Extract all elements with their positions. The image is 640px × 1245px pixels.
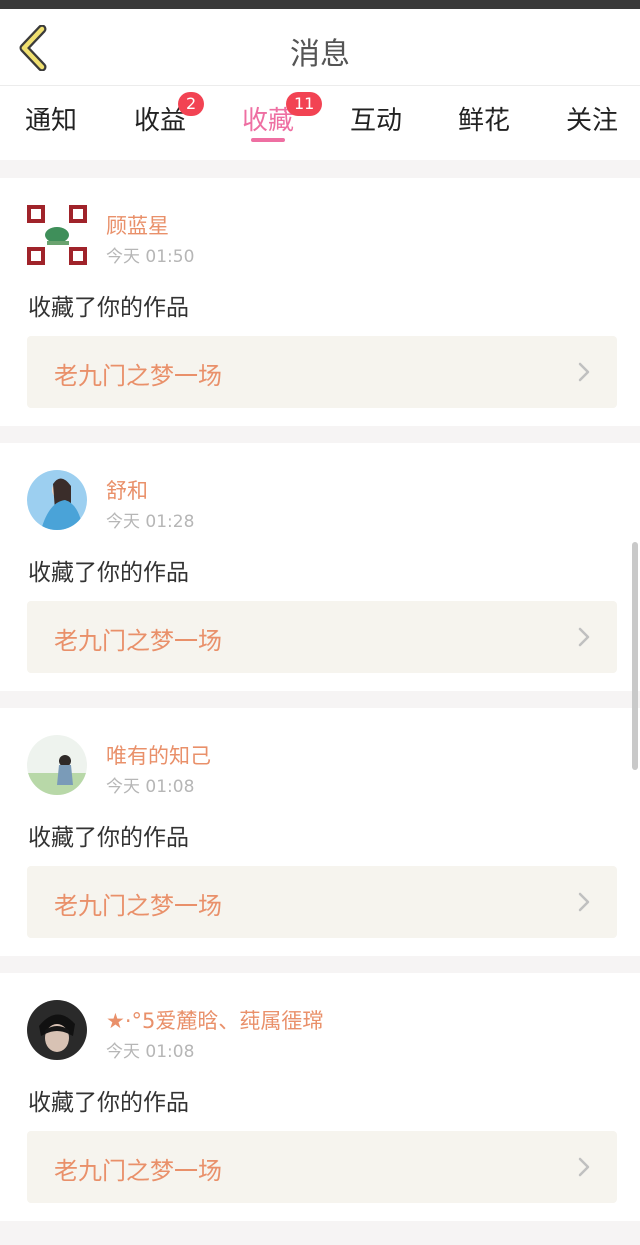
tab-bar: 通知 收益 2 收藏 11 互动 鲜花 关注 [0, 86, 640, 160]
tab-flowers[interactable]: 鲜花 [430, 98, 538, 152]
tab-label: 鲜花 [457, 106, 510, 136]
timestamp: 今天 01:08 [106, 1042, 195, 1062]
work-link[interactable]: 老九门之梦一场 [27, 866, 617, 938]
favorites-badge: 11 [286, 92, 323, 116]
work-title: 老九门之梦一场 [54, 892, 222, 920]
tab-favorites[interactable]: 收藏 11 [214, 92, 323, 152]
timestamp: 今天 01:08 [106, 777, 195, 797]
avatar-image [27, 1000, 87, 1060]
tab-label: 关注 [565, 106, 618, 136]
tab-label: 互动 [349, 106, 402, 136]
tab-following[interactable]: 关注 [538, 98, 640, 152]
earnings-badge: 2 [178, 92, 205, 116]
tab-label: 通知 [24, 106, 77, 136]
username[interactable]: 舒和 [106, 475, 148, 505]
message-card: 舒和 今天 01:28 收藏了你的作品 老九门之梦一场 [0, 443, 640, 691]
work-title: 老九门之梦一场 [54, 362, 222, 390]
page-title: 消息 [290, 37, 350, 72]
username[interactable]: ★·°5爱麓晗、莼属徰瑺 [106, 1005, 323, 1035]
work-link[interactable]: 老九门之梦一场 [27, 336, 617, 408]
action-text: 收藏了你的作品 [28, 560, 189, 586]
tab-earnings[interactable]: 收益 2 [106, 92, 214, 152]
chevron-right-icon [578, 627, 590, 647]
tab-notifications[interactable]: 通知 [0, 98, 105, 152]
active-tab-indicator [251, 138, 285, 142]
avatar[interactable] [27, 205, 87, 265]
action-text: 收藏了你的作品 [28, 295, 189, 321]
avatar[interactable] [27, 735, 87, 795]
avatar-image [27, 735, 87, 795]
work-link[interactable]: 老九门之梦一场 [27, 601, 617, 673]
message-card: 唯有的知己 今天 01:08 收藏了你的作品 老九门之梦一场 [0, 708, 640, 956]
work-title: 老九门之梦一场 [54, 627, 222, 655]
action-text: 收藏了你的作品 [28, 825, 189, 851]
message-card: 顾蓝星 今天 01:50 收藏了你的作品 老九门之梦一场 [0, 178, 640, 426]
username[interactable]: 唯有的知己 [106, 740, 211, 770]
timestamp: 今天 01:50 [106, 247, 195, 267]
chevron-right-icon [578, 362, 590, 382]
status-bar [0, 0, 640, 9]
scrollbar[interactable] [632, 542, 638, 770]
action-text: 收藏了你的作品 [28, 1090, 189, 1116]
app-header: 消息 [0, 9, 640, 86]
avatar[interactable] [27, 1000, 87, 1060]
avatar[interactable] [27, 470, 87, 530]
avatar-image [27, 205, 87, 265]
work-link[interactable]: 老九门之梦一场 [27, 1131, 617, 1203]
work-title: 老九门之梦一场 [54, 1157, 222, 1185]
chevron-right-icon [578, 892, 590, 912]
tab-interactions[interactable]: 互动 [322, 98, 430, 152]
timestamp: 今天 01:28 [106, 512, 195, 532]
chevron-right-icon [578, 1157, 590, 1177]
avatar-image [27, 470, 87, 530]
username[interactable]: 顾蓝星 [106, 210, 169, 240]
message-card: ★·°5爱麓晗、莼属徰瑺 今天 01:08 收藏了你的作品 老九门之梦一场 [0, 973, 640, 1221]
